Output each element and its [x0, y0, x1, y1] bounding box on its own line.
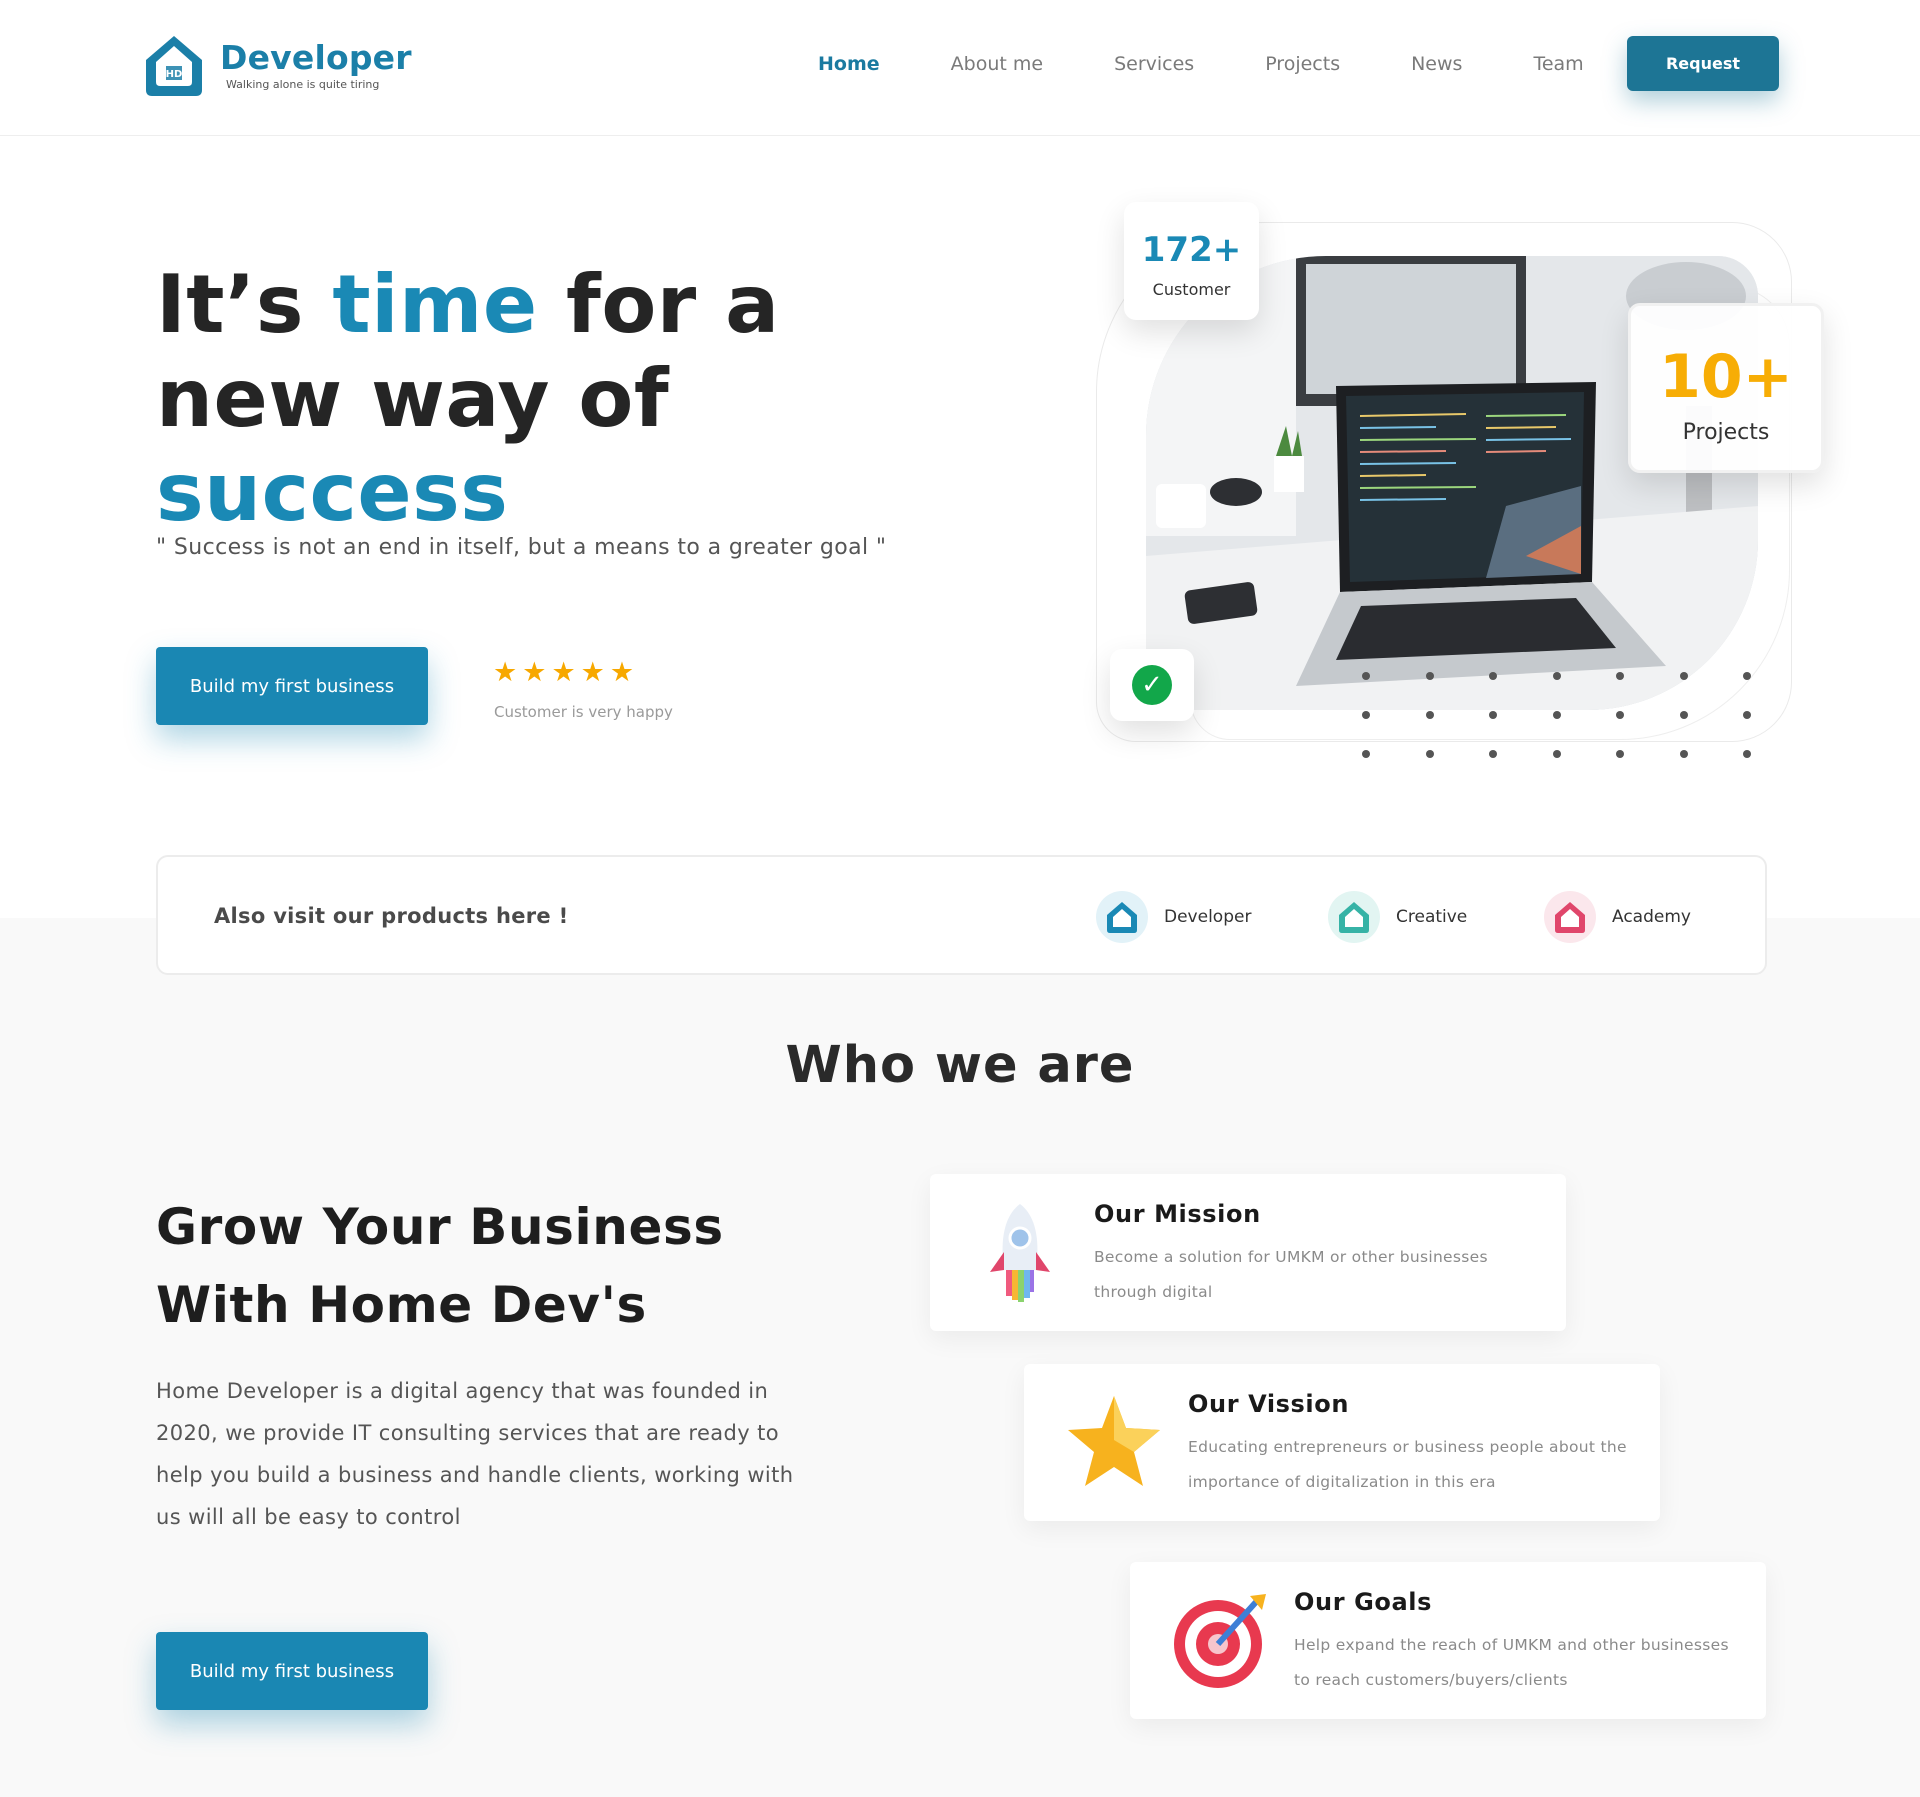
main-nav: Home About me Services Projects News Tea… [818, 52, 1655, 76]
mission-title: Our Mission [1094, 1200, 1261, 1228]
star-icon: ★ [580, 657, 605, 688]
grow-business-heading: Grow Your Business With Home Dev's [156, 1188, 724, 1344]
decor-dot [1679, 672, 1688, 680]
developer-logo-icon [1096, 891, 1148, 943]
decor-dot [1552, 672, 1561, 680]
nav-projects[interactable]: Projects [1265, 52, 1340, 76]
decor-dot [1616, 711, 1624, 719]
star-icon [1064, 1390, 1164, 1495]
hero-title: It’s time for a new way of success [156, 258, 936, 540]
creative-logo-icon [1328, 891, 1380, 943]
academy-logo-icon [1544, 891, 1596, 943]
decor-dot [1362, 672, 1370, 680]
check-icon: ✓ [1132, 665, 1172, 705]
nav-about[interactable]: About me [951, 52, 1043, 76]
logo-house-icon: HD [142, 32, 206, 98]
decor-dot [1743, 750, 1751, 758]
customers-stat-card: 172+ Customer [1124, 202, 1259, 320]
goals-text: Help expand the reach of UMKM and other … [1294, 1636, 1729, 1689]
rating-stars: ★ ★ ★ ★ ★ [493, 658, 634, 688]
customers-label: Customer [1152, 280, 1231, 299]
decor-dot [1679, 711, 1688, 719]
nav-services[interactable]: Services [1114, 52, 1194, 76]
projects-label: Projects [1682, 420, 1770, 445]
build-business-button-secondary[interactable]: Build my first business [156, 1632, 428, 1710]
product-developer-label: Developer [1164, 907, 1252, 927]
hero-title-part1: It’s [156, 258, 333, 351]
decor-dot [1362, 750, 1370, 758]
nav-home[interactable]: Home [818, 52, 880, 76]
decor-dot [1425, 711, 1434, 719]
products-title: Also visit our products here ! [214, 904, 569, 928]
logo-mark-text: HD [166, 69, 183, 80]
star-icon: ★ [522, 657, 547, 688]
about-description: Home Developer is a digital agency that … [156, 1379, 794, 1529]
decor-dot [1679, 750, 1688, 758]
star-icon: ★ [493, 657, 518, 688]
decor-dot-grid [1362, 672, 1762, 772]
mission-text: Become a solution for UMKM or other busi… [1094, 1248, 1488, 1301]
decor-dot [1743, 672, 1751, 680]
nav-news[interactable]: News [1411, 52, 1462, 76]
goals-card: Our Goals Help expand the reach of UMKM … [1130, 1562, 1766, 1719]
site-header: HD Developer Walking alone is quite tiri… [0, 0, 1920, 136]
product-developer[interactable]: Developer [1096, 891, 1251, 943]
brand-tagline: Walking alone is quite tiring [226, 77, 380, 91]
product-academy-label: Academy [1612, 907, 1691, 927]
mission-card: Our Mission Become a solution for UMKM o… [930, 1174, 1566, 1331]
rocket-icon [970, 1200, 1070, 1305]
product-creative-label: Creative [1396, 907, 1468, 927]
section-title-who-we-are: Who we are [785, 1036, 1135, 1095]
grow-heading-line1: Grow Your Business [156, 1198, 724, 1256]
hero-title-highlight-success: success [156, 446, 509, 539]
brand-name: Developer [220, 37, 412, 77]
vision-title: Our Vission [1188, 1390, 1350, 1418]
decor-dot [1362, 711, 1370, 719]
customers-value: 172+ [1141, 230, 1242, 270]
decor-dot [1489, 750, 1497, 758]
decor-dot [1616, 750, 1624, 758]
decor-dot [1425, 672, 1434, 680]
verified-badge-card: ✓ [1110, 649, 1194, 721]
build-business-button[interactable]: Build my first business [156, 647, 428, 725]
decor-dot [1552, 711, 1561, 719]
decor-dot [1489, 711, 1497, 719]
rating-caption: Customer is very happy [494, 703, 673, 721]
vision-card: Our Vission Educating entrepreneurs or b… [1024, 1364, 1660, 1521]
products-bar: Also visit our products here ! Developer… [156, 855, 1767, 975]
product-creative[interactable]: Creative [1328, 891, 1467, 943]
decor-dot [1616, 672, 1624, 680]
hero-title-highlight-time: time [332, 258, 538, 351]
decor-dot [1743, 711, 1751, 719]
vision-text: Educating entrepreneurs or business peop… [1188, 1438, 1627, 1491]
nav-team[interactable]: Team [1533, 52, 1583, 76]
hero-quote: " Success is not an end in itself, but a… [156, 535, 887, 560]
grow-heading-line2: With Home Dev's [156, 1276, 647, 1334]
goals-title: Our Goals [1294, 1588, 1432, 1616]
logo[interactable]: HD Developer Walking alone is quite tiri… [142, 32, 412, 98]
star-icon: ★ [551, 657, 576, 688]
request-button[interactable]: Request [1627, 36, 1779, 91]
decor-dot [1552, 750, 1561, 758]
projects-value: 10+ [1659, 342, 1793, 412]
decor-dot [1489, 672, 1497, 680]
projects-stat-card: 10+ Projects [1628, 303, 1824, 473]
star-icon: ★ [609, 657, 635, 688]
target-icon [1170, 1588, 1270, 1693]
product-academy[interactable]: Academy [1544, 891, 1691, 943]
decor-dot [1425, 750, 1434, 758]
